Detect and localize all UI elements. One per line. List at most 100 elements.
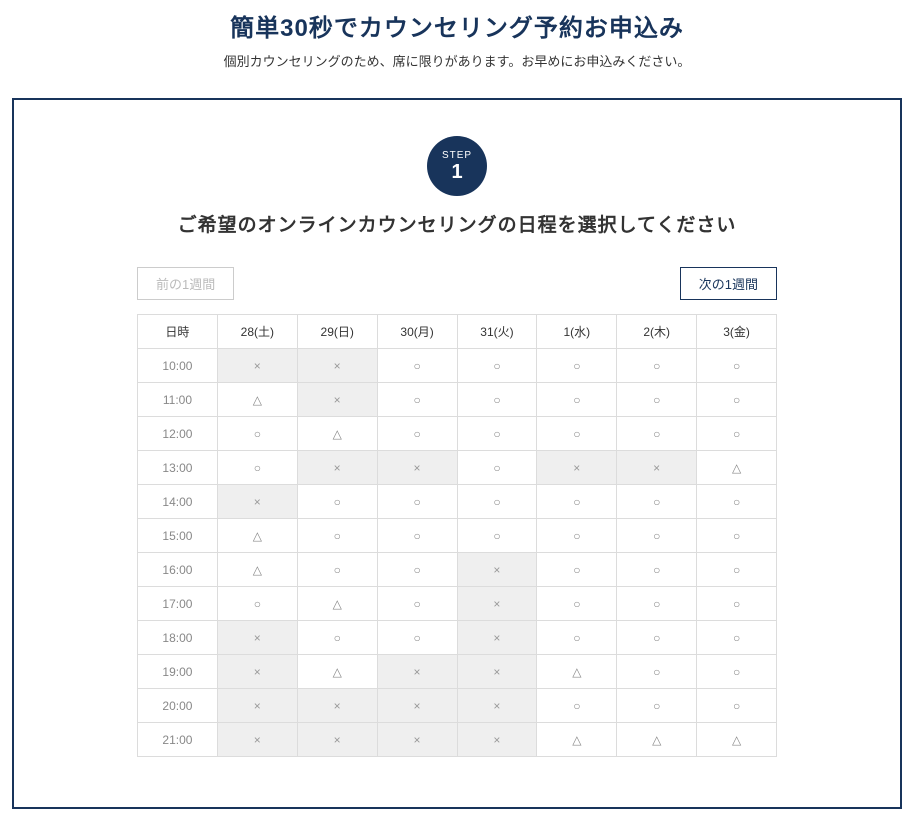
slot-cell[interactable]: ○: [697, 689, 777, 723]
slot-cell[interactable]: △: [217, 383, 297, 417]
time-cell: 14:00: [138, 485, 218, 519]
slot-cell: ×: [457, 621, 537, 655]
day-header: 29(日): [297, 315, 377, 349]
slot-cell[interactable]: ○: [617, 417, 697, 451]
slot-cell[interactable]: ○: [537, 383, 617, 417]
slot-cell[interactable]: ○: [537, 519, 617, 553]
slot-cell[interactable]: △: [297, 655, 377, 689]
slot-cell[interactable]: ○: [617, 689, 697, 723]
slot-cell: ×: [297, 689, 377, 723]
slot-cell[interactable]: △: [297, 587, 377, 621]
slot-cell[interactable]: ○: [617, 349, 697, 383]
slot-cell[interactable]: △: [217, 553, 297, 587]
schedule-table: 日時28(土)29(日)30(月)31(火)1(水)2(木)3(金) 10:00…: [137, 314, 777, 757]
slot-cell[interactable]: ○: [617, 587, 697, 621]
slot-cell[interactable]: ○: [297, 553, 377, 587]
table-row: 18:00×○○×○○○: [138, 621, 777, 655]
slot-cell[interactable]: ○: [697, 349, 777, 383]
slot-cell[interactable]: ○: [537, 621, 617, 655]
slot-cell[interactable]: ○: [217, 587, 297, 621]
slot-cell[interactable]: ○: [457, 451, 537, 485]
slot-cell[interactable]: ○: [617, 553, 697, 587]
page-subtitle: 個別カウンセリングのため、席に限りがあります。お早めにお申込みください。: [0, 51, 914, 70]
slot-cell[interactable]: ○: [297, 621, 377, 655]
slot-cell[interactable]: △: [697, 451, 777, 485]
slot-cell[interactable]: ○: [617, 383, 697, 417]
table-row: 12:00○△○○○○○: [138, 417, 777, 451]
time-cell: 12:00: [138, 417, 218, 451]
slot-cell[interactable]: ○: [457, 485, 537, 519]
slot-cell[interactable]: ○: [697, 383, 777, 417]
slot-cell[interactable]: ○: [377, 485, 457, 519]
slot-cell[interactable]: ○: [617, 519, 697, 553]
slot-cell[interactable]: ○: [697, 587, 777, 621]
slot-cell[interactable]: ○: [697, 417, 777, 451]
slot-cell[interactable]: ○: [617, 655, 697, 689]
slot-cell[interactable]: ○: [377, 519, 457, 553]
slot-cell[interactable]: ○: [377, 383, 457, 417]
slot-cell[interactable]: ○: [377, 621, 457, 655]
day-header: 1(水): [537, 315, 617, 349]
slot-cell: ×: [297, 723, 377, 757]
slot-cell[interactable]: ○: [297, 485, 377, 519]
slot-cell[interactable]: ○: [297, 519, 377, 553]
slot-cell: ×: [297, 383, 377, 417]
slot-cell[interactable]: ○: [697, 519, 777, 553]
table-row: 15:00△○○○○○○: [138, 519, 777, 553]
table-row: 10:00××○○○○○: [138, 349, 777, 383]
slot-cell[interactable]: ○: [537, 689, 617, 723]
slot-cell[interactable]: △: [217, 519, 297, 553]
slot-cell[interactable]: ○: [697, 621, 777, 655]
slot-cell[interactable]: ○: [377, 553, 457, 587]
slot-cell[interactable]: ○: [617, 621, 697, 655]
slot-cell[interactable]: △: [537, 723, 617, 757]
slot-cell: ×: [457, 587, 537, 621]
slot-cell[interactable]: △: [617, 723, 697, 757]
slot-cell[interactable]: △: [297, 417, 377, 451]
table-row: 20:00××××○○○: [138, 689, 777, 723]
slot-cell[interactable]: ○: [217, 417, 297, 451]
slot-cell: ×: [217, 485, 297, 519]
table-row: 19:00×△××△○○: [138, 655, 777, 689]
slot-cell[interactable]: ○: [537, 349, 617, 383]
slot-cell[interactable]: △: [697, 723, 777, 757]
slot-cell[interactable]: ○: [457, 349, 537, 383]
table-row: 16:00△○○×○○○: [138, 553, 777, 587]
time-cell: 17:00: [138, 587, 218, 621]
table-row: 14:00×○○○○○○: [138, 485, 777, 519]
slot-cell: ×: [457, 655, 537, 689]
slot-cell: ×: [457, 723, 537, 757]
slot-cell[interactable]: △: [537, 655, 617, 689]
time-header: 日時: [138, 315, 218, 349]
slot-cell[interactable]: ○: [377, 417, 457, 451]
slot-cell[interactable]: ○: [377, 349, 457, 383]
slot-cell: ×: [377, 451, 457, 485]
slot-cell: ×: [297, 349, 377, 383]
page-title: 簡単30秒でカウンセリング予約お申込み: [0, 8, 914, 43]
slot-cell[interactable]: ○: [537, 553, 617, 587]
slot-cell[interactable]: ○: [217, 451, 297, 485]
time-cell: 21:00: [138, 723, 218, 757]
slot-cell[interactable]: ○: [457, 417, 537, 451]
time-cell: 15:00: [138, 519, 218, 553]
slot-cell[interactable]: ○: [537, 417, 617, 451]
slot-cell: ×: [217, 621, 297, 655]
slot-cell[interactable]: ○: [457, 519, 537, 553]
slot-cell[interactable]: ○: [537, 485, 617, 519]
slot-cell[interactable]: ○: [697, 655, 777, 689]
slot-cell: ×: [617, 451, 697, 485]
slot-cell[interactable]: ○: [617, 485, 697, 519]
slot-cell[interactable]: ○: [457, 383, 537, 417]
slot-cell: ×: [457, 553, 537, 587]
next-week-button[interactable]: 次の1週間: [680, 267, 777, 300]
slot-cell[interactable]: ○: [537, 587, 617, 621]
day-header: 3(金): [697, 315, 777, 349]
slot-cell[interactable]: ○: [697, 553, 777, 587]
slot-cell[interactable]: ○: [697, 485, 777, 519]
day-header: 2(木): [617, 315, 697, 349]
step-title: ご希望のオンラインカウンセリングの日程を選択してください: [14, 210, 900, 237]
slot-cell[interactable]: ○: [377, 587, 457, 621]
prev-week-button: 前の1週間: [137, 267, 234, 300]
form-frame: STEP 1 ご希望のオンラインカウンセリングの日程を選択してください 前の1週…: [12, 98, 902, 809]
step-badge: STEP 1: [427, 136, 487, 196]
